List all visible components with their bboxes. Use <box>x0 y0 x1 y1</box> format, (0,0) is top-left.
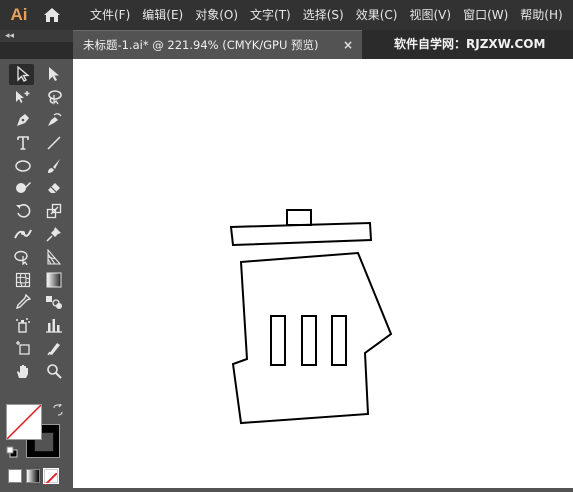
close-icon[interactable]: × <box>340 38 356 52</box>
menu-effect[interactable]: 效果(C) <box>350 0 404 30</box>
menu-object[interactable]: 对象(O) <box>189 0 244 30</box>
app-logo: Ai <box>10 5 28 24</box>
bin-slot-shape[interactable] <box>301 315 317 366</box>
curvature-pen-icon <box>47 113 62 126</box>
menu-select[interactable]: 选择(S) <box>297 0 350 30</box>
paintbrush-icon <box>47 158 60 173</box>
direct-selection-tool[interactable] <box>38 63 69 86</box>
menu-file[interactable]: 文件(F) <box>84 0 136 30</box>
selection-arrow-icon <box>16 66 30 83</box>
type-tool[interactable] <box>7 131 38 154</box>
column-graph-icon <box>45 319 62 333</box>
curvature-tool[interactable] <box>38 109 69 132</box>
width-tool[interactable] <box>7 223 38 246</box>
magic-wand-icon <box>15 91 29 104</box>
tools-panel <box>0 59 73 488</box>
magic-wand-tool[interactable] <box>7 86 38 109</box>
fill-stroke-control <box>6 404 66 464</box>
artboard-icon <box>15 340 30 355</box>
paintbrush-tool[interactable] <box>38 154 69 177</box>
eraser-tool[interactable] <box>38 177 69 200</box>
menu-type[interactable]: 文字(T) <box>244 0 297 30</box>
lasso-icon <box>47 90 62 105</box>
lasso-tool[interactable] <box>38 86 69 109</box>
hand-icon <box>16 364 28 378</box>
scale-tool[interactable] <box>38 200 69 223</box>
selection-tool[interactable] <box>7 63 38 86</box>
line-segment-icon <box>46 136 61 150</box>
slice-tool[interactable] <box>38 337 69 360</box>
column-graph-tool[interactable] <box>38 314 69 337</box>
shaper-tool[interactable] <box>7 177 38 200</box>
home-icon[interactable] <box>38 0 66 30</box>
menu-window[interactable]: 窗口(W) <box>457 0 514 30</box>
menu-edit[interactable]: 编辑(E) <box>136 0 189 30</box>
scale-icon <box>46 204 61 219</box>
ellipse-icon <box>14 159 31 172</box>
gradient-tool[interactable] <box>38 268 69 291</box>
artboard-canvas[interactable] <box>73 59 573 488</box>
lid-handle-shape[interactable] <box>286 209 312 226</box>
hand-tool[interactable] <box>7 359 38 382</box>
zoom-icon <box>46 363 62 379</box>
default-fill-stroke-icon[interactable] <box>6 446 18 458</box>
menu-help[interactable]: 帮助(H) <box>514 0 568 30</box>
mesh-tool[interactable] <box>7 268 38 291</box>
artboard-tool[interactable] <box>7 337 38 360</box>
tool-grid <box>7 63 69 382</box>
document-tab-title: 未标题-1.ai* @ 221.94% (CMYK/GPU 预览) <box>83 38 319 52</box>
menu-view[interactable]: 视图(V) <box>403 0 457 30</box>
color-mode-row <box>8 468 59 486</box>
fill-swatch[interactable] <box>6 404 42 440</box>
symbol-sprayer-icon <box>15 318 30 333</box>
eyedropper-tool[interactable] <box>7 291 38 314</box>
line-tool[interactable] <box>38 131 69 154</box>
type-icon <box>16 135 29 150</box>
gradient-icon <box>46 272 61 288</box>
ellipse-tool[interactable] <box>7 154 38 177</box>
mesh-icon <box>15 272 30 287</box>
trash-can-drawing <box>229 209 393 425</box>
slice-icon <box>46 342 60 356</box>
bin-body-shape[interactable] <box>231 251 393 425</box>
bin-slot-shape[interactable] <box>331 315 347 366</box>
menu-list: 文件(F) 编辑(E) 对象(O) 文字(T) 选择(S) 效果(C) 视图(V… <box>84 0 569 30</box>
none-slash-icon <box>7 405 41 439</box>
none-mode-button[interactable] <box>43 468 59 486</box>
watermark-text: 软件自学网：RJZXW.COM <box>394 37 546 51</box>
color-mode-button[interactable] <box>8 469 22 483</box>
blend-tool[interactable] <box>38 291 69 314</box>
shape-builder-tool[interactable] <box>7 245 38 268</box>
pushpin-icon <box>45 226 61 242</box>
collapse-panel-button[interactable]: ◂◂ <box>0 30 73 42</box>
puppet-warp-tool[interactable] <box>38 223 69 246</box>
symbol-sprayer-tool[interactable] <box>7 314 38 337</box>
menu-bar: Ai 文件(F) 编辑(E) 对象(O) 文字(T) 选择(S) 效果(C) 视… <box>0 0 573 30</box>
direct-selection-arrow-icon <box>48 67 59 82</box>
lid-shape[interactable] <box>229 221 373 247</box>
blend-icon <box>45 296 62 310</box>
document-tab-bar: ◂◂ 未标题-1.ai* @ 221.94% (CMYK/GPU 预览) × 软… <box>0 30 573 59</box>
document-tab[interactable]: 未标题-1.ai* @ 221.94% (CMYK/GPU 预览) × <box>73 30 362 59</box>
shape-builder-icon <box>13 250 28 265</box>
gradient-mode-button[interactable] <box>26 469 40 483</box>
pen-tool[interactable] <box>7 109 38 132</box>
pen-icon <box>16 113 29 126</box>
width-icon <box>13 229 32 239</box>
perspective-grid-tool[interactable] <box>38 245 69 268</box>
eyedropper-icon <box>15 294 31 310</box>
rotate-icon <box>15 204 30 218</box>
shaper-icon <box>15 182 31 194</box>
rotate-tool[interactable] <box>7 200 38 223</box>
none-slash-icon <box>44 472 58 486</box>
bin-slot-shape[interactable] <box>270 315 286 366</box>
zoom-tool[interactable] <box>38 359 69 382</box>
perspective-grid-icon <box>46 248 61 265</box>
swap-fill-stroke-icon[interactable] <box>52 404 64 416</box>
eraser-icon <box>47 183 60 194</box>
